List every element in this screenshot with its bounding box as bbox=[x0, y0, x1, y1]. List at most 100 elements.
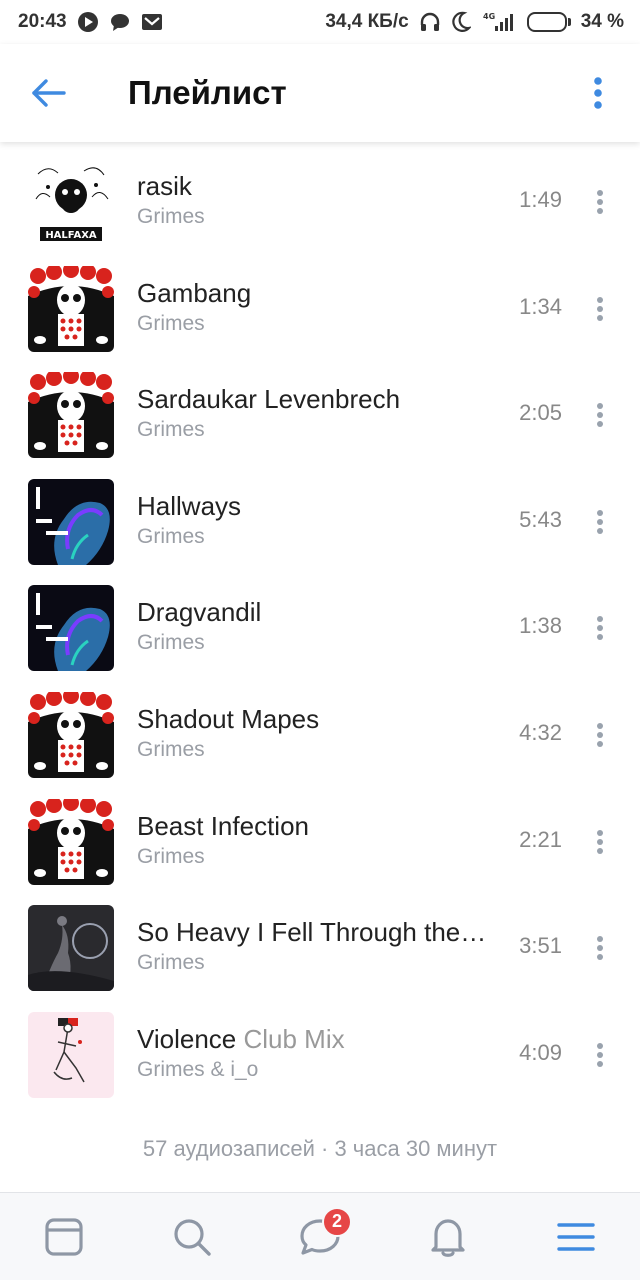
track-title-text: So Heavy I Fell Through the… bbox=[137, 917, 487, 948]
track-more-button[interactable] bbox=[586, 283, 614, 335]
track-more-button[interactable] bbox=[586, 816, 614, 868]
more-vertical-icon bbox=[597, 190, 603, 214]
track-info: Violence Club Mix Grimes & i_o bbox=[137, 1023, 507, 1084]
track-row[interactable]: HALFAXA rasik Grimes 1:49 bbox=[0, 148, 640, 255]
track-info: Gambang Grimes bbox=[137, 277, 507, 338]
album-cover bbox=[28, 905, 114, 992]
track-row[interactable]: Sardaukar Levenbrech Grimes 2:05 bbox=[0, 361, 640, 468]
track-artist: Grimes bbox=[137, 951, 205, 975]
track-artist: Grimes bbox=[137, 631, 205, 655]
arrow-left-icon bbox=[32, 79, 66, 107]
more-vertical-icon bbox=[597, 509, 603, 534]
track-title-text: Gambang bbox=[137, 277, 252, 308]
album-cover bbox=[28, 372, 114, 459]
track-row[interactable]: Dragvandil Grimes 1:38 bbox=[0, 574, 640, 681]
moon-icon bbox=[451, 11, 471, 33]
track-artist: Grimes bbox=[137, 205, 205, 228]
track-row[interactable]: Shadout Mapes Grimes 4:32 bbox=[0, 681, 640, 788]
menu-icon bbox=[557, 1222, 595, 1251]
track-more-button[interactable] bbox=[586, 922, 614, 974]
track-duration: 4:09 bbox=[519, 1039, 562, 1065]
track-more-button[interactable] bbox=[586, 496, 614, 548]
more-vertical-icon bbox=[594, 77, 602, 109]
album-cover bbox=[28, 585, 114, 672]
track-duration: 2:21 bbox=[519, 826, 562, 852]
status-bar: 20:43 34,4 КБ/с 4G 34 % bbox=[0, 0, 640, 44]
signal-icon: 4G bbox=[481, 11, 517, 33]
messages-badge: 2 bbox=[322, 1206, 352, 1237]
track-duration: 2:05 bbox=[519, 400, 562, 426]
track-info: So Heavy I Fell Through the… Grimes bbox=[137, 916, 507, 977]
track-title: Hallways bbox=[137, 490, 507, 522]
track-duration: 1:38 bbox=[519, 613, 562, 639]
network-speed: 34,4 КБ/с bbox=[325, 11, 409, 32]
track-title: Beast Infection bbox=[137, 810, 507, 842]
track-info: Sardaukar Levenbrech Grimes bbox=[137, 383, 507, 444]
nav-menu[interactable] bbox=[536, 1197, 616, 1277]
app-header: Плейлист bbox=[0, 44, 640, 142]
track-more-button[interactable] bbox=[586, 1029, 614, 1081]
bottom-navigation: 2 bbox=[0, 1192, 640, 1280]
track-more-button[interactable] bbox=[586, 176, 614, 228]
track-title: rasik bbox=[137, 170, 507, 202]
news-icon bbox=[45, 1217, 83, 1256]
track-info: Beast Infection Grimes bbox=[137, 810, 507, 871]
album-cover bbox=[28, 478, 114, 565]
nav-news[interactable] bbox=[24, 1197, 104, 1277]
track-row[interactable]: So Heavy I Fell Through the… Grimes 3:51 bbox=[0, 894, 640, 1001]
page-title: Плейлист bbox=[128, 74, 287, 111]
album-cover bbox=[28, 691, 114, 778]
gmail-icon bbox=[141, 12, 163, 32]
track-title: Dragvandil bbox=[137, 596, 507, 628]
track-row[interactable]: Violence Club Mix Grimes & i_o 4:09 bbox=[0, 1001, 640, 1108]
more-vertical-icon bbox=[597, 403, 603, 428]
track-artist: Grimes bbox=[137, 844, 205, 868]
track-row[interactable]: Hallways Grimes 5:43 bbox=[0, 468, 640, 575]
more-vertical-icon bbox=[597, 829, 603, 854]
track-title-text: Shadout Mapes bbox=[137, 703, 320, 734]
album-cover bbox=[28, 265, 114, 352]
track-title: Gambang bbox=[137, 277, 507, 309]
track-artist: Grimes bbox=[137, 311, 205, 335]
track-duration: 1:49 bbox=[519, 187, 562, 212]
track-duration: 3:51 bbox=[519, 933, 562, 959]
track-title-text: Hallways bbox=[137, 490, 242, 521]
nav-notifications[interactable] bbox=[408, 1197, 488, 1277]
track-duration: 1:34 bbox=[519, 293, 562, 319]
svg-text:4G: 4G bbox=[483, 12, 495, 21]
notifications-icon bbox=[431, 1218, 465, 1257]
headphones-icon bbox=[419, 11, 441, 33]
track-title: Violence Club Mix bbox=[137, 1023, 507, 1055]
search-icon bbox=[174, 1218, 211, 1256]
track-title: So Heavy I Fell Through the… bbox=[137, 916, 507, 948]
track-title-text: Violence bbox=[137, 1023, 237, 1054]
track-row[interactable]: Gambang Grimes 1:34 bbox=[0, 255, 640, 362]
battery-icon bbox=[526, 12, 571, 32]
svg-text:HALFAXA: HALFAXA bbox=[45, 230, 97, 241]
track-more-button[interactable] bbox=[586, 389, 614, 441]
track-artist: Grimes bbox=[137, 524, 205, 548]
track-title-text: Dragvandil bbox=[137, 597, 262, 628]
track-title-text: Beast Infection bbox=[137, 810, 309, 841]
track-info: Shadout Mapes Grimes bbox=[137, 703, 507, 764]
track-title-text: Sardaukar Levenbrech bbox=[137, 384, 401, 415]
more-vertical-icon bbox=[597, 722, 603, 747]
status-time: 20:43 bbox=[18, 11, 67, 32]
track-row[interactable]: Beast Infection Grimes 2:21 bbox=[0, 788, 640, 895]
track-duration: 5:43 bbox=[519, 506, 562, 532]
more-vertical-icon bbox=[597, 1042, 603, 1067]
more-vertical-icon bbox=[597, 616, 603, 641]
track-title-text: rasik bbox=[137, 171, 192, 201]
nav-messages[interactable]: 2 bbox=[280, 1197, 360, 1277]
playlist-summary: 57 аудиозаписей · 3 часа 30 минут bbox=[142, 1136, 498, 1161]
track-artist: Grimes & i_o bbox=[137, 1057, 259, 1081]
more-options-button[interactable] bbox=[550, 44, 640, 142]
track-artist: Grimes bbox=[137, 737, 205, 761]
track-more-button[interactable] bbox=[586, 709, 614, 761]
track-subtitle: Club Mix bbox=[236, 1023, 345, 1054]
more-vertical-icon bbox=[597, 936, 603, 961]
play-circle-icon bbox=[77, 11, 99, 33]
track-more-button[interactable] bbox=[586, 602, 614, 654]
nav-search[interactable] bbox=[152, 1197, 232, 1277]
back-button[interactable] bbox=[0, 44, 100, 142]
